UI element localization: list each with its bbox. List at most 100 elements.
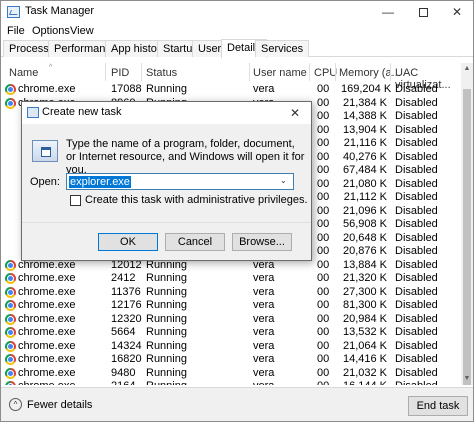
table-row[interactable]: chrome.exe 12320 Running vera 00 20,984 K Disa… [1, 313, 461, 327]
table-row[interactable]: chrome.exe 14324 Running vera 00 21,064 K Disa… [1, 340, 461, 354]
col-header-name[interactable]: Name [9, 67, 38, 79]
dialog-close-button[interactable]: ✕ [280, 102, 310, 124]
column-divider[interactable] [390, 63, 391, 81]
process-memory: 13,532 K [342, 326, 387, 338]
process-uac: Disabled [395, 137, 438, 149]
process-cpu: 00 [317, 231, 330, 244]
process-cpu: 00 [317, 110, 330, 122]
table-row[interactable]: chrome.exe 16820 Running vera 00 14,416 K Disa… [1, 353, 461, 367]
chrome-icon [5, 367, 16, 379]
vertical-scrollbar[interactable]: ▲ ▼ [461, 63, 473, 385]
process-pid: 2412 [111, 272, 136, 284]
table-row[interactable]: chrome.exe 5664 Running vera 00 13,532 K Disab… [1, 326, 461, 340]
scroll-thumb[interactable] [463, 89, 471, 385]
table-row[interactable]: chrome.exe 17088 Running vera 00 169,204 K Dis… [1, 83, 461, 97]
close-button[interactable]: ✕ [440, 1, 474, 23]
col-header-status[interactable]: Status [146, 67, 177, 79]
process-memory: 21,116 K [343, 137, 387, 149]
process-name: chrome.exe [18, 380, 75, 385]
menu-options[interactable]: Options [32, 25, 70, 37]
column-divider[interactable] [141, 63, 142, 81]
col-header-cpu[interactable]: CPU [314, 67, 337, 79]
column-divider[interactable] [105, 63, 106, 81]
process-cpu: 00 [317, 177, 330, 190]
browse-button[interactable]: Browse... [232, 233, 292, 251]
admin-privileges-label[interactable]: Create this task with administrative pri… [85, 194, 308, 206]
process-cpu: 00 [317, 96, 330, 109]
column-divider[interactable] [335, 63, 336, 81]
chrome-icon [5, 354, 16, 365]
chrome-icon [5, 381, 16, 385]
end-task-button[interactable]: End task [408, 396, 468, 416]
process-memory: 14,416 K [342, 353, 387, 365]
table-row[interactable]: chrome.exe 2164 Running vera 00 16,144 K Disab… [1, 380, 461, 385]
process-uac: Disabled [395, 231, 438, 244]
process-pid: 5664 [111, 326, 136, 338]
process-name: chrome.exe [18, 312, 76, 325]
dialog-title-bar: Create new task ✕ [22, 102, 311, 124]
chevron-down-icon[interactable]: ⌄ [280, 176, 287, 185]
process-user: vera [253, 312, 275, 325]
minimize-button[interactable]: — [371, 1, 405, 23]
process-uac: Disabled [395, 177, 438, 190]
process-pid: 16820 [111, 353, 142, 365]
col-header-memory[interactable]: Memory (a... [339, 67, 401, 79]
cancel-button[interactable]: Cancel [165, 233, 225, 251]
table-row[interactable]: chrome.exe 12176 Running vera 00 81,300 K Disa… [1, 299, 461, 313]
open-input[interactable]: explorer.exe [66, 173, 294, 190]
chevron-up-icon[interactable]: ^ [9, 398, 22, 411]
tab-services[interactable]: Services [255, 40, 310, 57]
process-memory: 20,648 K [342, 231, 387, 244]
process-user: vera [253, 380, 274, 385]
process-uac: Disabled [395, 272, 438, 284]
dialog-title: Create new task [42, 106, 122, 118]
column-divider[interactable] [309, 63, 310, 81]
chrome-icon [5, 300, 16, 311]
process-user: vera [253, 353, 275, 365]
scroll-up-arrow-icon[interactable]: ▲ [461, 63, 473, 75]
chrome-icon [5, 340, 16, 352]
col-header-pid[interactable]: PID [111, 67, 129, 79]
admin-privileges-checkbox[interactable] [70, 195, 81, 206]
process-uac: Disabled [395, 245, 438, 257]
process-user: vera [253, 272, 275, 284]
maximize-button[interactable] [406, 1, 440, 23]
process-name: chrome.exe [18, 339, 76, 352]
process-uac: Disabled [395, 326, 438, 338]
open-label: Open: [30, 176, 60, 188]
process-uac: Disabled [395, 366, 438, 379]
process-cpu: 00 [317, 245, 330, 257]
task-manager-window: Task Manager — ✕ File Options View Proce… [0, 0, 474, 422]
scroll-down-arrow-icon[interactable]: ▼ [461, 373, 473, 385]
process-status: Running [146, 366, 187, 379]
process-status: Running [146, 285, 187, 298]
table-row[interactable]: chrome.exe 9480 Running vera 00 21,032 K Disab… [1, 367, 461, 381]
maximize-icon [418, 8, 428, 18]
chrome-icon [5, 327, 16, 338]
process-memory: 21,064 K [342, 339, 387, 352]
menu-view[interactable]: View [70, 25, 94, 37]
process-memory: 14,388 K [342, 110, 387, 122]
process-pid: 11376 [111, 285, 141, 298]
process-user: vera [253, 366, 275, 379]
fewer-details-link[interactable]: Fewer details [27, 399, 92, 411]
process-cpu: 00 [317, 339, 330, 352]
col-header-user[interactable]: User name [253, 67, 307, 79]
task-manager-icon [7, 6, 20, 18]
table-row[interactable]: chrome.exe 11376 Running vera 00 27,300 K Disa… [1, 286, 461, 300]
process-cpu: 00 [317, 150, 330, 163]
process-uac: Disabled [395, 312, 438, 325]
process-user: vera [253, 83, 275, 95]
ok-button[interactable]: OK [98, 233, 158, 251]
process-pid: 12176 [111, 299, 142, 311]
column-divider[interactable] [249, 63, 250, 81]
process-status: Running [146, 380, 187, 385]
process-memory: 21,096 K [342, 204, 387, 217]
process-memory: 67,484 K [342, 164, 387, 176]
process-user: vera [253, 326, 275, 338]
menu-file[interactable]: File [7, 25, 25, 37]
table-row[interactable]: chrome.exe 2412 Running vera 00 21,320 K Disab… [1, 272, 461, 286]
process-uac: Disabled [395, 285, 438, 298]
sort-ascending-icon: ^ [49, 64, 53, 71]
process-memory: 27,300 K [342, 285, 387, 298]
